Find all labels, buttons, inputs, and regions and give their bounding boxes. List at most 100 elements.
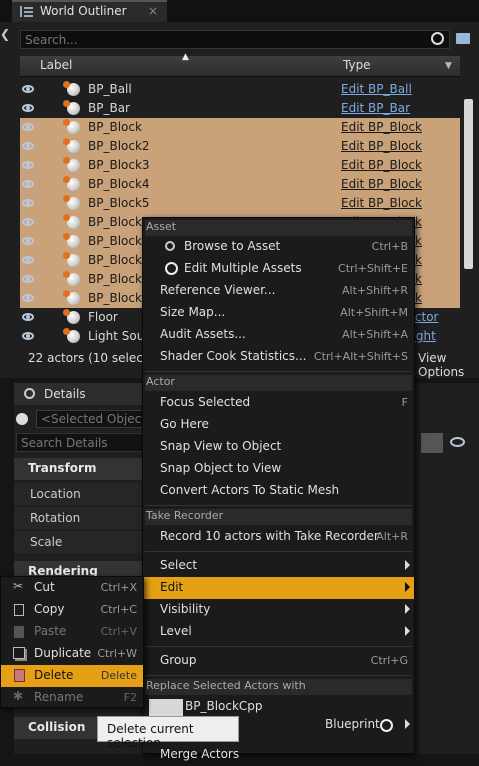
view-options-button[interactable]: View Options bbox=[418, 351, 479, 379]
visibility-eye-icon[interactable] bbox=[22, 332, 34, 340]
rotation-property[interactable]: Rotation bbox=[14, 507, 154, 529]
scissors-icon: ✂ bbox=[13, 579, 24, 593]
create-folder-icon[interactable] bbox=[456, 33, 470, 44]
actor-row[interactable]: BP_Block3 Edit BP_Block bbox=[20, 156, 460, 175]
visibility-eye-icon[interactable] bbox=[22, 256, 34, 264]
visibility-filter-icon[interactable] bbox=[450, 437, 465, 447]
actor-type-link[interactable]: Edit BP_Block bbox=[341, 120, 422, 134]
group-label: Group bbox=[160, 653, 197, 667]
scale-property[interactable]: Scale bbox=[14, 531, 154, 553]
actor-name: BP_Block9 bbox=[88, 272, 150, 286]
visibility-eye-icon[interactable] bbox=[22, 237, 34, 245]
actor-type-link[interactable]: Edit BP_Block bbox=[341, 139, 422, 153]
menu-separator bbox=[145, 646, 412, 647]
submenu-arrow-icon bbox=[405, 560, 410, 570]
search-icon[interactable] bbox=[431, 32, 444, 45]
convert-to-static-mesh-item[interactable]: Convert Actors To Static Mesh bbox=[143, 480, 414, 502]
actor-icon bbox=[63, 195, 80, 210]
menu-separator bbox=[145, 551, 412, 552]
details-search-input[interactable]: Search Details bbox=[16, 433, 146, 452]
tab-title: World Outliner bbox=[40, 4, 127, 18]
delete-item[interactable]: Delete Delete bbox=[1, 665, 143, 687]
collision-label: Collision bbox=[28, 720, 86, 734]
duplicate-item[interactable]: Duplicate Ctrl+W bbox=[1, 643, 143, 665]
visibility-submenu-item[interactable]: Visibility bbox=[143, 599, 414, 621]
snap-view-to-object-item[interactable]: Snap View to Object bbox=[143, 436, 414, 458]
group-item[interactable]: Group Ctrl+G bbox=[143, 650, 414, 672]
visibility-eye-icon[interactable] bbox=[22, 104, 34, 112]
select-submenu-item[interactable]: Select bbox=[143, 555, 414, 577]
visibility-eye-icon[interactable] bbox=[22, 142, 34, 150]
browse-to-asset-item[interactable]: Browse to Asset Ctrl+B bbox=[143, 236, 414, 258]
visibility-eye-icon[interactable] bbox=[22, 294, 34, 302]
record-actors-label: Record 10 actors with Take Recorder bbox=[160, 529, 379, 543]
rename-label: Rename bbox=[34, 690, 84, 704]
actor-type-link[interactable]: Edit BP_Block bbox=[341, 158, 422, 172]
actor-type-link[interactable]: Edit BP_Block bbox=[341, 177, 422, 191]
world-outliner-tab[interactable]: World Outliner × bbox=[12, 0, 167, 22]
shader-cook-statistics-item[interactable]: Shader Cook Statistics... Ctrl+Alt+Shift… bbox=[143, 346, 414, 368]
edit-label: Edit bbox=[160, 580, 184, 594]
visibility-eye-icon[interactable] bbox=[22, 85, 34, 93]
edit-submenu-item[interactable]: Edit bbox=[143, 577, 414, 599]
actor-row[interactable]: BP_Ball Edit BP_Ball bbox=[20, 80, 460, 99]
shortcut: Ctrl+C bbox=[100, 603, 137, 616]
actor-icon bbox=[63, 290, 80, 305]
replace-asset-label: BP_BlockCpp bbox=[185, 699, 263, 713]
actor-row[interactable]: BP_Block4 Edit BP_Block bbox=[20, 175, 460, 194]
delete-tooltip: Delete current selection bbox=[97, 716, 239, 750]
label-column-header[interactable]: Label bbox=[40, 58, 72, 72]
actor-icon bbox=[63, 176, 80, 191]
property-matrix-icon[interactable] bbox=[421, 433, 443, 453]
duplicate-icon bbox=[13, 647, 25, 659]
cut-label: Cut bbox=[34, 580, 55, 594]
level-submenu-item[interactable]: Level bbox=[143, 621, 414, 643]
details-search-placeholder: Search Details bbox=[21, 436, 108, 450]
edit-assets-icon bbox=[165, 262, 178, 275]
size-map-item[interactable]: Size Map... Alt+Shift+M bbox=[143, 302, 414, 324]
details-tab[interactable]: Details bbox=[14, 383, 154, 405]
visibility-eye-icon[interactable] bbox=[22, 161, 34, 169]
actor-name: BP_Block bbox=[88, 120, 142, 134]
actor-type-link[interactable]: Edit BP_Ball bbox=[341, 82, 412, 96]
type-column-header[interactable]: Type bbox=[343, 58, 371, 72]
visibility-eye-icon[interactable] bbox=[22, 275, 34, 283]
outliner-search-input[interactable]: Search... bbox=[20, 30, 450, 49]
actor-name: BP_Block4 bbox=[88, 177, 150, 191]
reference-viewer-label: Reference Viewer... bbox=[160, 283, 276, 297]
edit-multiple-assets-item[interactable]: Edit Multiple Assets Ctrl+Shift+E bbox=[143, 258, 414, 280]
focus-selected-item[interactable]: Focus Selected F bbox=[143, 392, 414, 414]
visibility-label: Visibility bbox=[160, 602, 211, 616]
visibility-eye-icon[interactable] bbox=[22, 199, 34, 207]
actor-type-link[interactable]: Edit BP_Block bbox=[341, 196, 422, 210]
details-tab-title: Details bbox=[44, 387, 86, 401]
shortcut: Alt+Shift+M bbox=[340, 306, 408, 319]
rename-item[interactable]: ✱ Rename F2 bbox=[1, 687, 143, 709]
close-tab-icon[interactable]: × bbox=[148, 4, 158, 18]
visibility-eye-icon[interactable] bbox=[22, 180, 34, 188]
audit-assets-label: Audit Assets... bbox=[160, 327, 246, 341]
snap-object-to-view-item[interactable]: Snap Object to View bbox=[143, 458, 414, 480]
transform-category[interactable]: Transform bbox=[14, 458, 154, 480]
record-with-take-recorder-item[interactable]: Record 10 actors with Take Recorder Alt+… bbox=[143, 526, 414, 548]
actor-row[interactable]: BP_Block2 Edit BP_Block bbox=[20, 137, 460, 156]
actor-icon bbox=[63, 81, 80, 96]
column-options-icon[interactable]: ▼ bbox=[445, 61, 452, 71]
audit-assets-item[interactable]: Audit Assets... Alt+Shift+A bbox=[143, 324, 414, 346]
go-here-item[interactable]: Go Here bbox=[143, 414, 414, 436]
reference-viewer-item[interactable]: Reference Viewer... Alt+Shift+R bbox=[143, 280, 414, 302]
cut-item[interactable]: ✂ Cut Ctrl+X bbox=[1, 577, 143, 599]
visibility-eye-icon[interactable] bbox=[22, 218, 34, 226]
paste-item[interactable]: Paste Ctrl+V bbox=[1, 621, 143, 643]
actor-row[interactable]: BP_Bar Edit BP_Bar bbox=[20, 99, 460, 118]
actor-type-link[interactable]: Edit BP_Bar bbox=[341, 101, 410, 115]
visibility-eye-icon[interactable] bbox=[22, 123, 34, 131]
actor-row[interactable]: BP_Block Edit BP_Block bbox=[20, 118, 460, 137]
outliner-scrollbar[interactable] bbox=[464, 99, 473, 269]
location-property[interactable]: Location bbox=[14, 483, 154, 505]
shortcut: Delete bbox=[100, 669, 137, 682]
visibility-eye-icon[interactable] bbox=[22, 313, 34, 321]
chevron-left-icon[interactable]: ❮ bbox=[0, 27, 10, 41]
copy-item[interactable]: Copy Ctrl+C bbox=[1, 599, 143, 621]
actor-row[interactable]: BP_Block5 Edit BP_Block bbox=[20, 194, 460, 213]
